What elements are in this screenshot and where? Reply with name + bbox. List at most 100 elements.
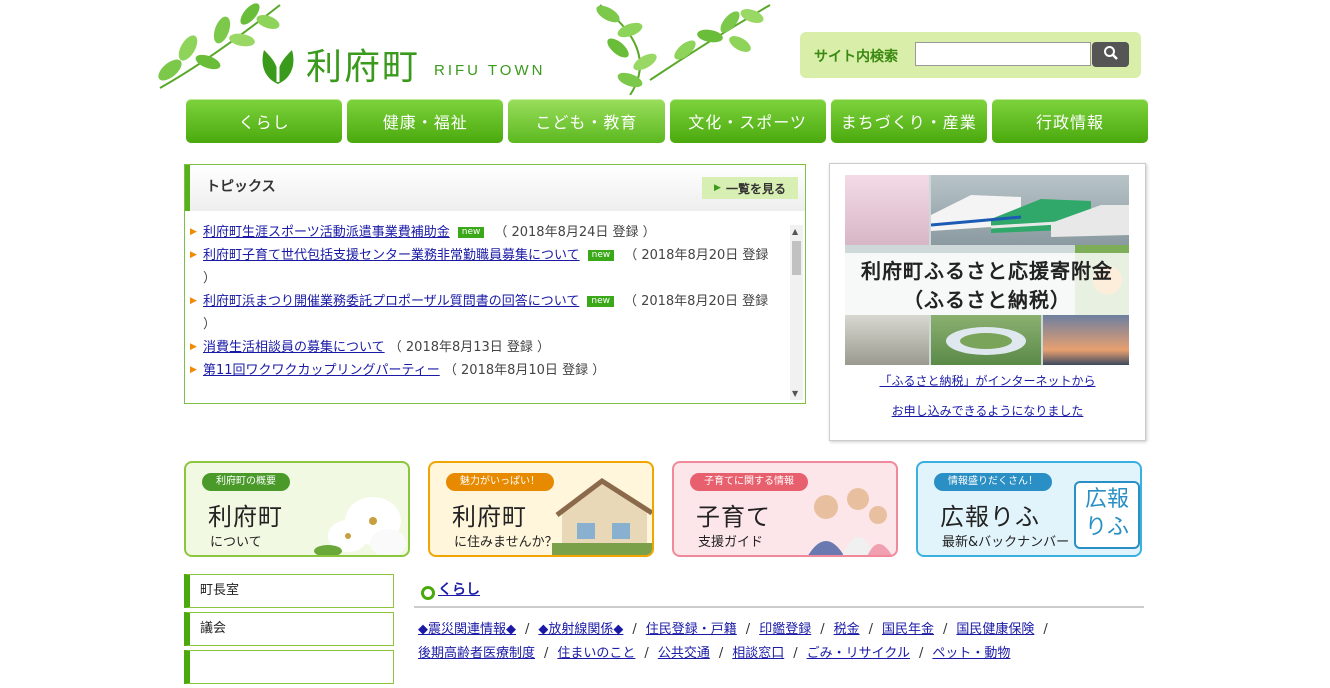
sunset-photo	[1043, 315, 1129, 365]
kurashi-link[interactable]: 住民登録・戸籍	[646, 622, 737, 637]
search-icon	[1103, 46, 1118, 60]
topic-date: （ 2018年8月13日 登録 ）	[388, 340, 551, 355]
leaves-decoration	[596, 4, 771, 95]
furusato-link-line2[interactable]: お申し込みできるようになりました	[830, 402, 1145, 419]
gnav-children-education[interactable]: こども・教育	[508, 99, 665, 143]
arrow-icon: ▶	[190, 250, 197, 260]
kurashi-link[interactable]: 後期高齢者医療制度	[418, 646, 535, 661]
house-icon	[552, 477, 652, 555]
topics-scrollbar[interactable]: ▲ ▼	[790, 225, 803, 400]
koho-logo-text: 広報りふ	[1084, 487, 1129, 540]
logo-text-jp: 利府町	[306, 47, 421, 88]
search-button[interactable]	[1092, 42, 1129, 67]
banner-title: 子育て	[696, 503, 771, 531]
kurashi-title-link[interactable]: くらし	[438, 579, 480, 599]
kurashi-link[interactable]: 住まいのこと	[557, 646, 635, 661]
new-badge: new	[587, 296, 614, 307]
kurashi-link[interactable]: 税金	[834, 622, 860, 637]
furusato-link-line1[interactable]: 「ふるさと納税」がインターネットから	[830, 372, 1145, 389]
banner-title: 広報りふ	[940, 503, 1040, 531]
topic-link[interactable]: 利府町生涯スポーツ活動派遣事業費補助金	[203, 225, 450, 240]
topic-link[interactable]: 利府町子育て世代包括支援センター業務非常勤職員募集について	[203, 248, 580, 263]
stadium-photo	[931, 315, 1041, 365]
topic-link[interactable]: 消費生活相談員の募集について	[203, 340, 385, 355]
kurashi-link[interactable]: ◆放射線関係◆	[538, 622, 623, 637]
kurashi-link[interactable]: 印鑑登録	[759, 622, 811, 637]
banner-tag: 子育てに関する情報	[690, 473, 808, 491]
banner-subtitle: 最新&バックナンバー	[942, 535, 1070, 550]
arrow-icon: ▶	[190, 342, 197, 352]
side-nav-mayor[interactable]: 町長室	[184, 574, 394, 608]
search-label: サイト内検索	[814, 49, 898, 65]
topic-link[interactable]: 第11回ワクワクカップリングパーティー	[203, 363, 440, 378]
banner-childcare-guide[interactable]: 子育てに関する情報 子育て 支援ガイド	[672, 461, 898, 557]
banner-title: 利府町	[452, 503, 527, 531]
banner-tag: 利府町の概要	[202, 473, 290, 491]
topic-item: ▶ 利府町生涯スポーツ活動派遣事業費補助金 new （ 2018年8月24日 登録 …	[185, 221, 771, 244]
topic-item: ▶ 利府町子育て世代包括支援センター業務非常勤職員募集について new （ 2018…	[185, 244, 771, 290]
search-input[interactable]	[915, 42, 1091, 66]
banner-live-in-rifu[interactable]: 魅力がいっぱい！ 利府町 に住みませんか？	[428, 461, 654, 557]
kurashi-link[interactable]: 国民年金	[882, 622, 934, 637]
scroll-up-icon[interactable]: ▲	[792, 227, 798, 236]
gnav-town-industry[interactable]: まちづくり・産業	[830, 99, 987, 143]
topics-title: トピックス	[206, 179, 276, 195]
furusato-banner: 利府町ふるさと応援寄附金 （ふるさと納税） 「ふるさと納税」がインターネットから…	[829, 163, 1146, 441]
topic-link[interactable]: 利府町浜まつり開催業務委託プロポーザル質問書の回答について	[203, 294, 579, 309]
topics-more-button[interactable]: ▶ 一覧を見る	[702, 177, 798, 199]
gnav-culture-sports[interactable]: 文化・スポーツ	[669, 99, 826, 143]
furusato-title-line1: 利府町ふるさと応援寄附金	[861, 259, 1113, 283]
gnav-health-welfare[interactable]: 健康・福祉	[347, 99, 504, 143]
logo-mark-icon	[262, 50, 294, 84]
furusato-caption: 利府町ふるさと応援寄附金 （ふるさと納税）	[845, 253, 1129, 315]
kurashi-link[interactable]: ごみ・リサイクル	[807, 646, 910, 661]
kurashi-links: ◆震災関連情報◆ / ◆放射線関係◆ / 住民登録・戸籍 / 印鑑登録 / 税金 / 国民年金 / 国民…	[418, 622, 1048, 661]
new-badge: new	[587, 250, 615, 261]
banner-title: 利府町	[208, 503, 283, 531]
furusato-title-line2: （ふるさと納税）	[903, 288, 1071, 312]
topics-header: トピックス ▶ 一覧を見る	[185, 165, 805, 211]
arrow-icon: ▶	[190, 296, 197, 306]
new-badge: new	[457, 227, 485, 238]
side-nav-item[interactable]	[184, 650, 394, 684]
banner-koho-rifu[interactable]: 広報りふ 情報盛りだくさん！ 広報りふ 最新&バックナンバー	[916, 461, 1142, 557]
topic-item: ▶ 利府町浜まつり開催業務委託プロポーザル質問書の回答について new （ 2018…	[185, 290, 771, 336]
banner-subtitle: について	[210, 535, 262, 550]
gnav-kurashi[interactable]: くらし	[186, 99, 343, 143]
building-photo	[845, 315, 929, 365]
kurashi-link[interactable]: 国民健康保険	[956, 622, 1034, 637]
banner-about-rifu[interactable]: 利府町の概要 利府町 について	[184, 461, 410, 557]
circle-bullet-icon	[421, 586, 435, 600]
scroll-down-icon[interactable]: ▼	[792, 389, 798, 398]
side-nav-assembly[interactable]: 議会	[184, 612, 394, 646]
banner-tag: 情報盛りだくさん！	[934, 473, 1052, 491]
topics-list[interactable]: ▶ 利府町生涯スポーツ活動派遣事業費補助金 new （ 2018年8月24日 登録 …	[185, 221, 785, 401]
banner-tag: 魅力がいっぱい！	[446, 473, 554, 491]
scroll-thumb[interactable]	[792, 241, 801, 275]
kurashi-section-header: くらし	[414, 578, 1144, 608]
global-nav: くらし 健康・福祉 こども・教育 文化・スポーツ まちづくり・産業 行政情報	[186, 99, 1149, 143]
side-nav: 町長室 議会	[184, 574, 394, 688]
cherry-blossom-photo	[845, 175, 929, 245]
triangle-right-icon: ▶	[714, 183, 721, 193]
pear-blossom-icon	[314, 497, 406, 555]
gnav-administration[interactable]: 行政情報	[991, 99, 1149, 143]
shinkansen-photo	[930, 175, 1129, 245]
topic-item: ▶ 消費生活相談員の募集について （ 2018年8月13日 登録 ）	[185, 336, 771, 359]
arrow-icon: ▶	[190, 227, 197, 237]
banner-subtitle: に住みませんか？	[454, 535, 558, 550]
kurashi-link[interactable]: ◆震災関連情報◆	[418, 622, 516, 637]
koho-logo: 広報りふ	[1074, 481, 1140, 549]
furusato-image[interactable]: 利府町ふるさと応援寄附金 （ふるさと納税）	[845, 175, 1129, 365]
topic-item: ▶ 第11回ワクワクカップリングパーティー （ 2018年8月10日 登録 ）	[185, 359, 771, 382]
arrow-icon: ▶	[190, 365, 197, 375]
topics-panel: トピックス ▶ 一覧を見る ▶ 利府町生涯スポーツ活動派遣事業費補助金 new （ 2…	[184, 164, 806, 404]
topic-date: （ 2018年8月10日 登録 ）	[443, 363, 606, 378]
kurashi-link[interactable]: 相談窓口	[732, 646, 784, 661]
kurashi-link[interactable]: 公共交通	[658, 646, 710, 661]
site-logo[interactable]: 利府町 RIFU TOWN	[258, 40, 545, 88]
kurashi-link[interactable]: ペット・動物	[932, 646, 1010, 661]
site-search: サイト内検索	[800, 32, 1141, 78]
logo-text-en: RIFU TOWN	[434, 61, 546, 79]
topic-date: （ 2018年8月24日 登録 ）	[494, 225, 656, 240]
